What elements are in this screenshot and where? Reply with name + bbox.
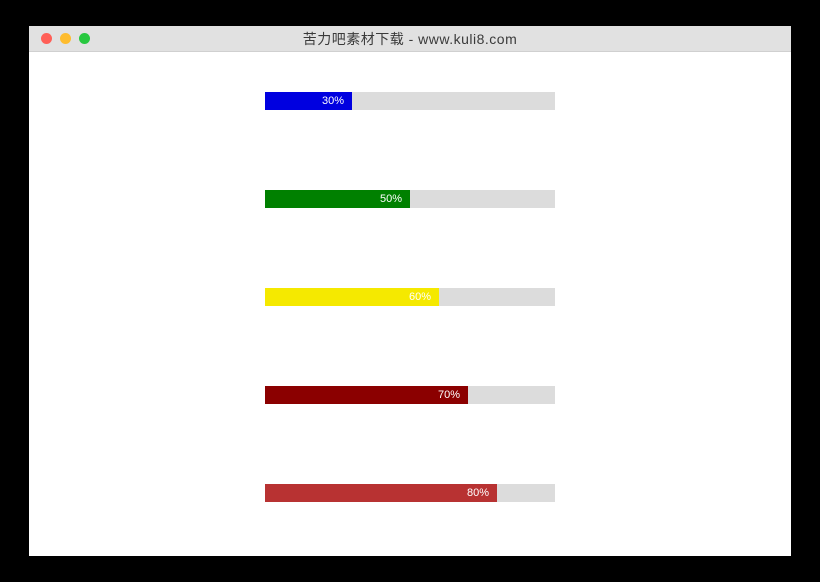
progress-label: 30% — [322, 95, 344, 107]
window-titlebar: 苦力吧素材下载 - www.kuli8.com — [29, 26, 791, 52]
progress-label: 60% — [409, 291, 431, 303]
close-icon[interactable] — [41, 33, 52, 44]
progress-fill: 80% — [265, 484, 497, 502]
progress-label: 70% — [438, 389, 460, 401]
progress-bar: 50% — [265, 190, 555, 208]
minimize-icon[interactable] — [60, 33, 71, 44]
content-area: 30% 50% 60% 70% 80% — [29, 52, 791, 556]
progress-bar: 70% — [265, 386, 555, 404]
traffic-lights — [41, 33, 90, 44]
progress-label: 80% — [467, 487, 489, 499]
progress-fill: 60% — [265, 288, 439, 306]
maximize-icon[interactable] — [79, 33, 90, 44]
app-window: 苦力吧素材下载 - www.kuli8.com 30% 50% 60% 70% … — [29, 26, 791, 556]
progress-label: 50% — [380, 193, 402, 205]
progress-fill: 30% — [265, 92, 352, 110]
progress-bar: 80% — [265, 484, 555, 502]
progress-fill: 50% — [265, 190, 410, 208]
progress-fill: 70% — [265, 386, 468, 404]
progress-bar: 30% — [265, 92, 555, 110]
window-title: 苦力吧素材下载 - www.kuli8.com — [29, 29, 791, 49]
progress-bar: 60% — [265, 288, 555, 306]
